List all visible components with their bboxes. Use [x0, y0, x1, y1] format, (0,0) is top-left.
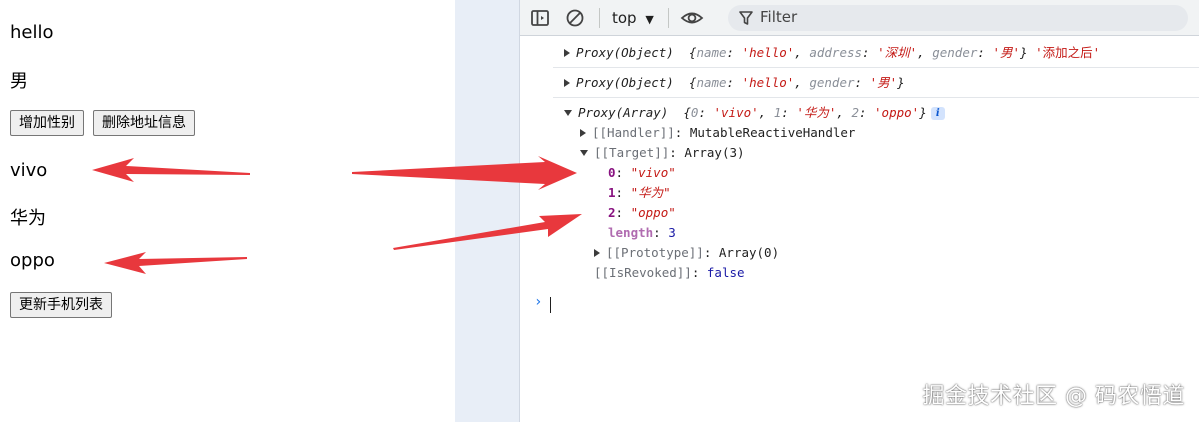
info-icon[interactable]: i [930, 107, 945, 120]
name-text: hello [10, 22, 54, 43]
page-preview: hello 男 增加性别 删除地址信息 vivo 华为 oppo 更新手机列表 [0, 0, 455, 422]
phone-item: oppo [10, 250, 55, 271]
console-toolbar: top ▼ Filter [520, 0, 1199, 36]
devtools-panel: top ▼ Filter Proxy(Object) {name: 'hello… [520, 0, 1199, 422]
expand-triangle-icon[interactable] [580, 129, 586, 137]
caret-down-icon: ▼ [645, 13, 654, 26]
update-phones-button[interactable]: 更新手机列表 [10, 292, 112, 318]
console-message[interactable]: Proxy(Array) {0: 'vivo', 1: '华为', 2: 'op… [564, 103, 945, 123]
phone-item: 华为 [10, 208, 46, 229]
clear-console-icon[interactable] [565, 8, 585, 28]
expand-triangle-icon[interactable] [564, 49, 570, 57]
length-row: length: 3 [608, 225, 676, 240]
toolbar-separator [599, 8, 600, 28]
collapse-triangle-icon[interactable] [580, 150, 588, 156]
console-message[interactable]: Proxy(Object) {name: 'hello', address: '… [564, 43, 1100, 63]
filter-icon [739, 10, 753, 30]
toolbar-separator [668, 8, 669, 28]
array-item-row: 1: "华为" [608, 185, 671, 200]
array-item-row: 2: "oppo" [608, 205, 676, 220]
panel-gutter [455, 0, 519, 422]
revoked-row: [[IsRevoked]]: false [594, 265, 745, 280]
console-message[interactable]: Proxy(Object) {name: 'hello', gender: '男… [564, 73, 905, 93]
gender-text: 男 [10, 71, 28, 92]
array-item-row: 0: "vivo" [608, 165, 676, 180]
expand-triangle-icon[interactable] [594, 249, 600, 257]
handler-row[interactable]: [[Handler]]: MutableReactiveHandler [580, 123, 855, 143]
eye-icon[interactable] [680, 8, 704, 28]
prompt-chevron-icon: › [534, 294, 543, 310]
filter-placeholder: Filter [760, 8, 798, 26]
phone-item: vivo [10, 160, 48, 181]
collapse-triangle-icon[interactable] [564, 110, 572, 116]
console-input[interactable] [550, 297, 551, 313]
add-gender-button[interactable]: 增加性别 [10, 110, 84, 136]
message-divider [553, 97, 1199, 98]
watermark: 掘金技术社区 @ 码农悟道 [922, 384, 1185, 409]
delete-address-button[interactable]: 删除地址信息 [93, 110, 195, 136]
prototype-row[interactable]: [[Prototype]]: Array(0) [594, 243, 779, 263]
sidebar-toggle-icon[interactable] [530, 8, 550, 28]
filter-input[interactable]: Filter [728, 5, 1188, 31]
target-row[interactable]: [[Target]]: Array(3) [580, 143, 745, 163]
message-divider [553, 67, 1199, 68]
context-label: top [612, 9, 637, 27]
context-select[interactable]: top ▼ [612, 8, 654, 28]
expand-triangle-icon[interactable] [564, 79, 570, 87]
